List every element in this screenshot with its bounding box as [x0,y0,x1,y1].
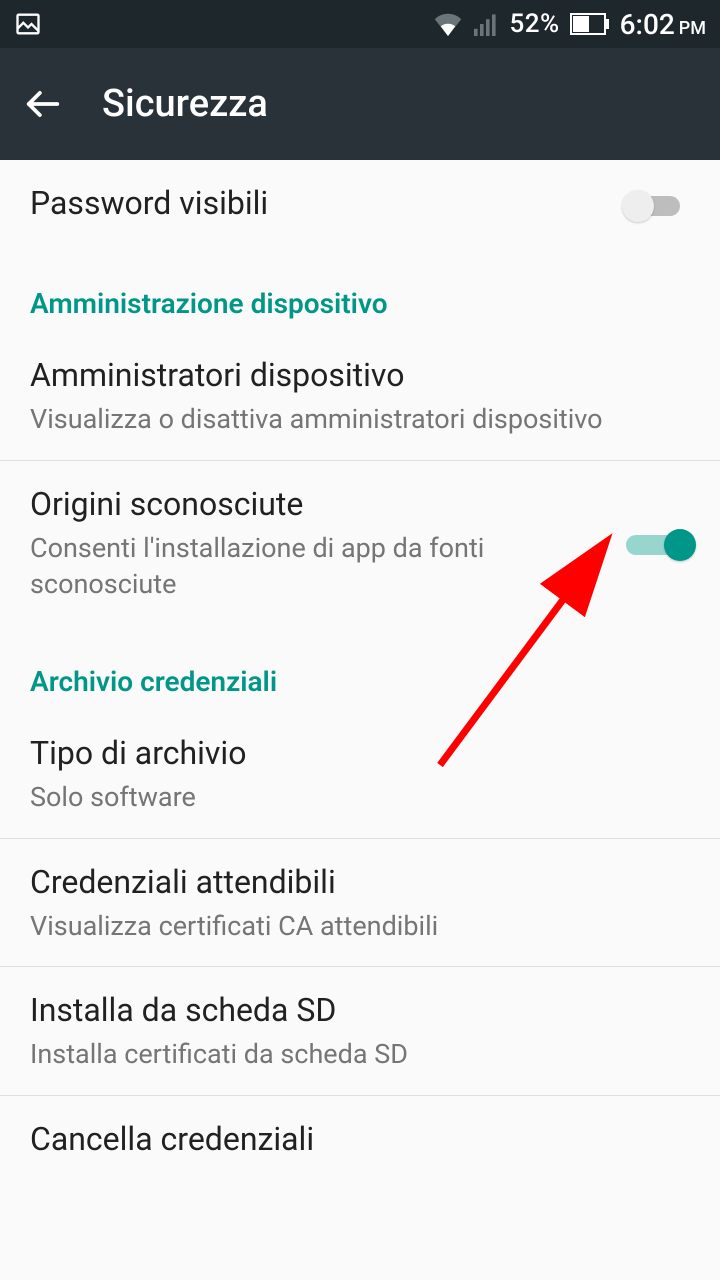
toggle-password-visible[interactable] [626,190,690,218]
row-subtitle: Visualizza certificati CA attendibili [30,908,690,944]
row-subtitle: Visualizza o disattiva amministratori di… [30,401,690,437]
status-bar: 52% 6:02PM [0,0,720,48]
cell-signal-icon [473,12,499,36]
app-bar: Sicurezza [0,48,720,160]
row-subtitle: Consenti l'installazione di app da fonti… [30,530,550,603]
row-title: Installa da scheda SD [30,989,690,1032]
row-clear-credentials[interactable]: Cancella credenziali [0,1096,720,1183]
row-title: Cancella credenziali [30,1118,690,1161]
section-device-admin: Amministrazione dispositivo [0,247,720,332]
row-title: Origini sconosciute [30,483,550,526]
toggle-unknown-sources[interactable] [626,529,690,557]
back-button[interactable] [24,85,62,123]
row-unknown-sources[interactable]: Origini sconosciute Consenti l'installaz… [0,461,720,625]
row-title: Tipo di archivio [30,732,690,775]
settings-list: Password visibili Amministrazione dispos… [0,160,720,1183]
battery-percent: 52% [509,9,559,39]
page-title: Sicurezza [102,82,268,126]
row-storage-type[interactable]: Tipo di archivio Solo software [0,710,720,839]
row-device-admins[interactable]: Amministratori dispositivo Visualizza o … [0,332,720,461]
wifi-icon [433,12,463,36]
row-password-visible[interactable]: Password visibili [0,160,720,247]
section-credential-storage: Archivio credenziali [0,625,720,710]
picture-icon [14,10,42,38]
row-subtitle: Solo software [30,779,690,815]
row-title: Amministratori dispositivo [30,354,690,397]
clock: 6:02PM [620,8,706,41]
row-install-from-sd[interactable]: Installa da scheda SD Installa certifica… [0,967,720,1096]
row-trusted-credentials[interactable]: Credenziali attendibili Visualizza certi… [0,839,720,968]
row-title: Credenziali attendibili [30,861,690,904]
battery-icon [570,13,610,35]
row-title: Password visibili [30,182,268,225]
clock-ampm: PM [679,18,706,39]
row-subtitle: Installa certificati da scheda SD [30,1036,690,1072]
clock-time: 6:02 [620,8,675,41]
